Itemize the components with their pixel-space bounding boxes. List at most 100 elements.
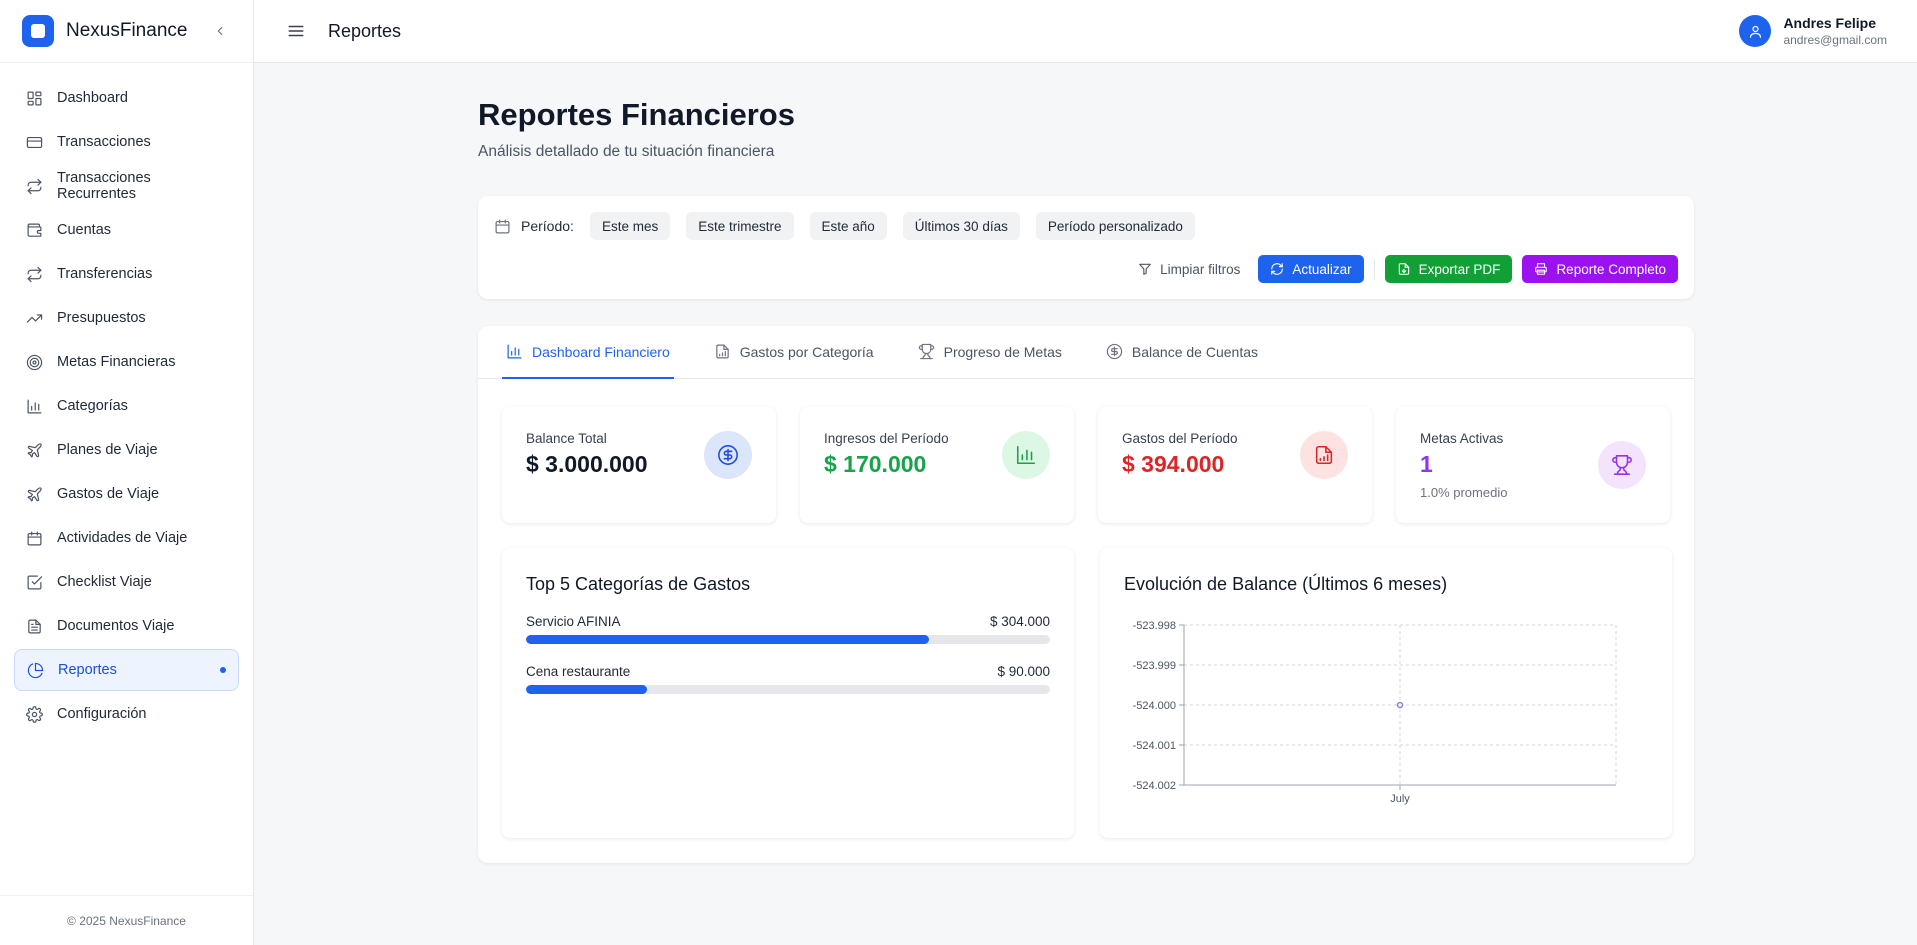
calendar-icon (495, 219, 510, 233)
period-chip[interactable]: Este mes (589, 212, 671, 240)
category-bar-fill (526, 635, 930, 644)
pie-chart-icon (27, 662, 44, 678)
full-report-label: Reporte Completo (1556, 261, 1666, 277)
dollar-circle-icon (718, 445, 738, 465)
stat-icon-badge (704, 431, 752, 479)
topbar: Reportes Andres Felipe andres@gmail.com (254, 0, 1917, 63)
sidebar-item-label: Transacciones (57, 134, 151, 150)
sidebar-item-reportes[interactable]: Reportes (14, 649, 239, 691)
file-chart-icon (715, 344, 729, 359)
trophy-icon (918, 343, 934, 360)
stat-label: Balance Total (526, 431, 607, 446)
period-chip[interactable]: Este año (809, 212, 887, 240)
reports-panel: Dashboard Financiero Gastos por Categoría… (478, 326, 1694, 863)
credit-card-icon (26, 136, 43, 148)
checkbox-icon (27, 575, 43, 589)
user-menu[interactable]: Andres Felipe andres@gmail.com (1739, 15, 1887, 47)
category-amount: $ 304.000 (989, 614, 1050, 629)
tab-balance-de-cuentas[interactable]: Balance de Cuentas (1102, 326, 1262, 379)
clear-filters-label: Limpiar filtros (1160, 261, 1241, 277)
reports-heading: Reportes Financieros (478, 97, 795, 132)
clear-filters-button[interactable]: Limpiar filtros (1130, 255, 1248, 283)
sidebar-item-label: Gastos de Viaje (57, 486, 160, 502)
stat-value: $ 170.000 (824, 451, 927, 477)
tab-gastos-por-categor-a[interactable]: Gastos por Categoría (710, 326, 878, 379)
sidebar-item-gastos-de-viaje[interactable]: Gastos de Viaje (14, 473, 239, 515)
collapse-sidebar-button[interactable] (209, 20, 231, 42)
sidebar-item-presupuestos[interactable]: Presupuestos (14, 297, 239, 339)
stat-label: Metas Activas (1420, 431, 1504, 446)
target-icon (26, 354, 43, 370)
tab-label: Balance de Cuentas (1131, 343, 1258, 360)
transfer-icon (27, 266, 42, 282)
export-pdf-label: Exportar PDF (1418, 261, 1501, 277)
user-name: Andres Felipe (1783, 15, 1877, 31)
balance-chart-card: Evolución de Balance (Últimos 6 meses) -… (1100, 548, 1672, 838)
brand: NexusFinance (0, 0, 253, 63)
sidebar-item-categorias[interactable]: Categorías (14, 385, 239, 427)
period-chip[interactable]: Últimos 30 días (902, 212, 1020, 240)
y-tick-label: -524.001 (1133, 740, 1176, 752)
tab-dashboard-financiero[interactable]: Dashboard Financiero (502, 326, 674, 379)
file-text-icon (28, 619, 41, 633)
sidebar-item-configuracion[interactable]: Configuración (14, 693, 239, 735)
stat-subtext: 1.0% promedio (1420, 485, 1508, 500)
sidebar-item-label: Transacciones Recurrentes (57, 170, 151, 202)
avatar[interactable] (1739, 15, 1772, 47)
stat-label: Ingresos del Período (824, 431, 949, 446)
hamburger-icon (288, 25, 304, 37)
sidebar-item-label: Planes de Viaje (57, 442, 158, 458)
stat-value: $ 3.000.000 (526, 451, 648, 477)
stat-value: 1 (1420, 451, 1433, 477)
sidebar-item-transacciones[interactable]: Transacciones (14, 121, 239, 163)
sidebar-item-label: Configuración (57, 706, 147, 722)
sidebar-item-actividades-de-viaje[interactable]: Actividades de Viaje (14, 517, 239, 559)
repeat-icon (27, 178, 42, 194)
actions-divider (1373, 259, 1375, 279)
balance-line-chart: -523.998 -523.999 -524.000 -524.001 -524.002… (1133, 620, 1617, 805)
sidebar-item-transferencias[interactable]: Transferencias (14, 253, 239, 295)
brand-logo-icon[interactable] (22, 15, 54, 47)
category-name: Cena restaurante (526, 664, 631, 679)
sidebar-item-dashboard[interactable]: Dashboard (14, 77, 239, 119)
sidebar-item-cuentas[interactable]: Cuentas (14, 209, 239, 251)
refresh-button[interactable]: Actualizar (1258, 255, 1364, 283)
top-categories-title: Top 5 Categorías de Gastos (526, 574, 751, 594)
bar-chart-icon (27, 399, 42, 413)
page-title: Reportes (328, 20, 402, 41)
period-chip[interactable]: Este trimestre (686, 212, 794, 240)
user-icon (1749, 25, 1762, 38)
wallet-icon (27, 223, 42, 237)
period-chip[interactable]: Período personalizado (1035, 212, 1195, 240)
active-indicator (220, 667, 226, 673)
export-pdf-button[interactable]: Exportar PDF (1384, 255, 1513, 283)
sidebar-item-planes-de-viaje[interactable]: Planes de Viaje (14, 429, 239, 471)
sidebar-item-transacciones-recurrentes[interactable]: Transacciones Recurrentes (14, 165, 239, 207)
category-bar-track (526, 685, 1050, 694)
full-report-button[interactable]: Reporte Completo (1522, 255, 1678, 283)
y-tick-label: -524.000 (1133, 700, 1176, 712)
sidebar-item-label: Categorías (57, 398, 128, 414)
trending-up-icon (26, 313, 43, 323)
sidebar-item-label: Transferencias (57, 266, 153, 282)
tab-label: Dashboard Financiero (532, 343, 670, 360)
stat-icon-badge (1598, 441, 1646, 489)
category-name: Servicio AFINIA (526, 614, 621, 629)
sidebar-item-documentos-viaje[interactable]: Documentos Viaje (14, 605, 239, 647)
stat-card: Gastos del Período $ 394.000 (1098, 407, 1372, 523)
category-row: Servicio AFINIA $ 304.000 (526, 614, 1050, 644)
sidebar-item-label: Presupuestos (57, 310, 146, 326)
file-chart-icon (1315, 445, 1333, 465)
sidebar-item-checklist-viaje[interactable]: Checklist Viaje (14, 561, 239, 603)
menu-button[interactable] (286, 21, 306, 41)
stat-card: Metas Activas 1 1.0% promedio (1396, 407, 1670, 523)
period-filter: Período: Este mes Este trimestre Este año Ú… (494, 212, 1211, 240)
x-tick-label: July (1390, 793, 1410, 805)
sidebar-item-metas-financieras[interactable]: Metas Financieras (14, 341, 239, 383)
category-bar-fill (526, 685, 647, 694)
tab-progreso-de-metas[interactable]: Progreso de Metas (914, 326, 1066, 379)
bar-chart-icon (1016, 445, 1036, 465)
data-point (1396, 701, 1404, 709)
y-tick-label: -523.999 (1133, 660, 1176, 672)
bar-chart-icon (507, 344, 522, 359)
